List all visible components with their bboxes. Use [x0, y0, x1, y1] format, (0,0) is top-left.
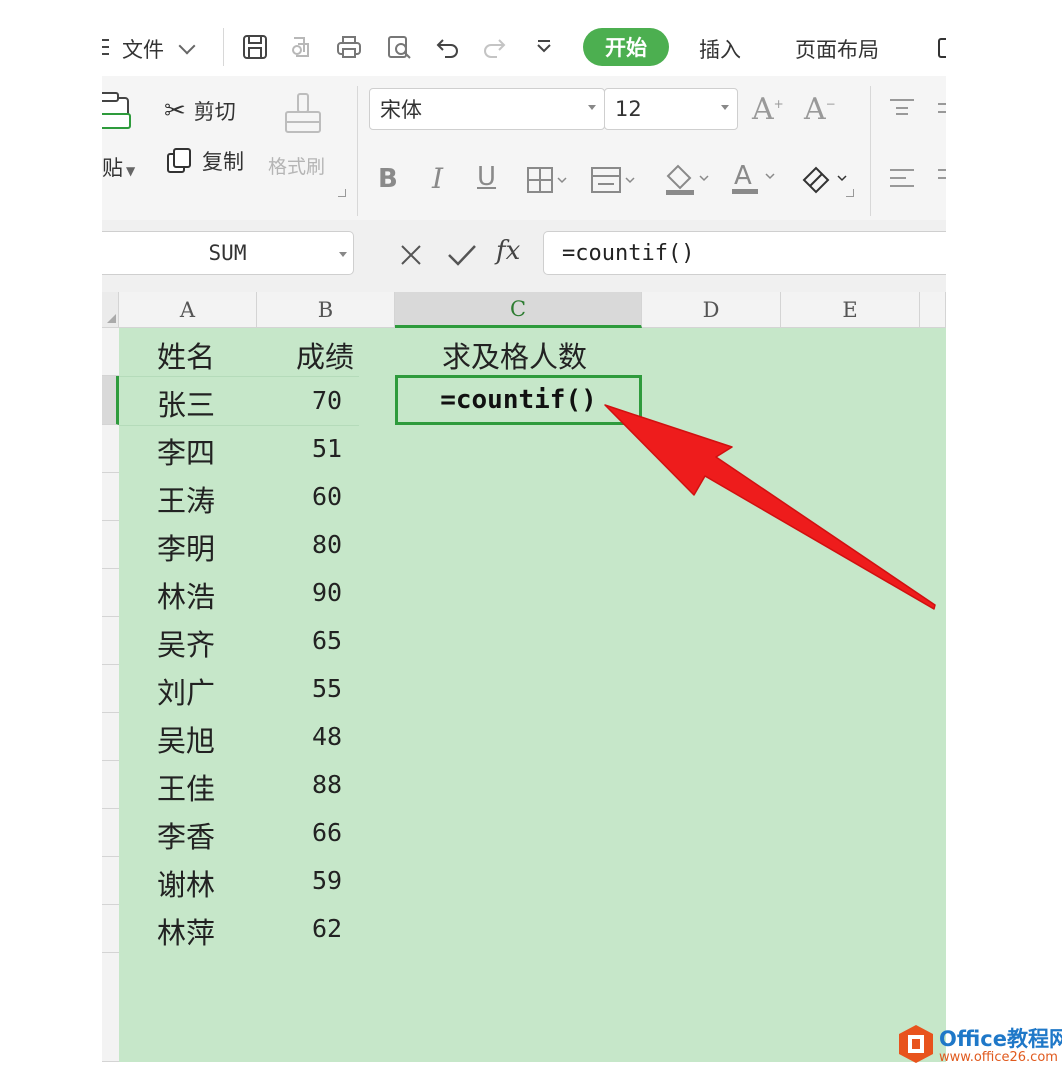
watermark-url: www.office26.com: [939, 1050, 1058, 1065]
arrow-shape: [604, 404, 936, 610]
watermark: Office教程网 www.office26.com: [897, 1020, 1062, 1072]
office-logo-icon: [899, 1025, 933, 1063]
annotation-arrow: [604, 404, 936, 610]
watermark-title: Office教程网: [939, 1027, 1062, 1051]
